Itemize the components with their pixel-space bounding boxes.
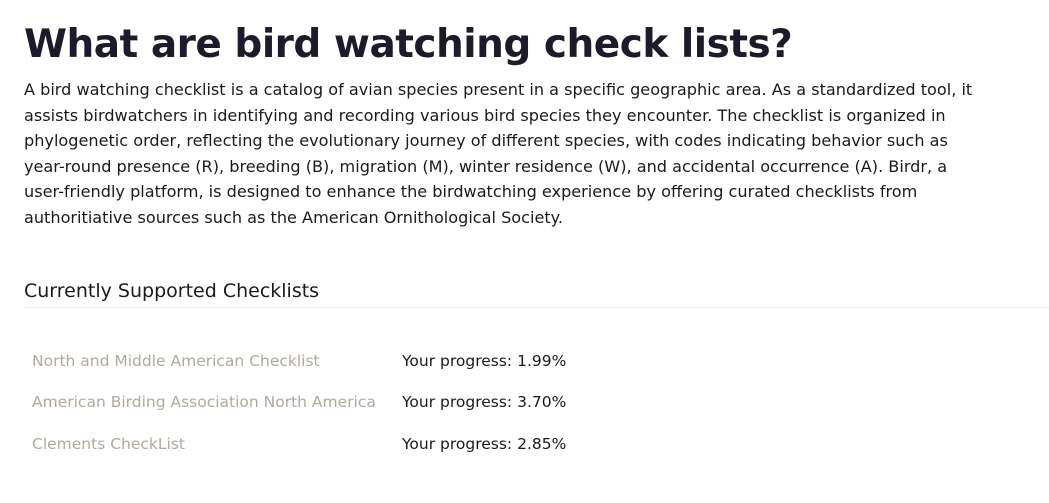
checklist-progress: Your progress: 3.70% [402,393,567,412]
checklist-row: North and Middle American Checklist Your… [32,340,566,382]
checklist-link-aba-north-america[interactable]: American Birding Association North Ameri… [32,393,402,411]
checklist-link-clements[interactable]: Clements CheckList [32,435,402,453]
checklist-progress: Your progress: 1.99% [402,351,567,370]
checklist-table: North and Middle American Checklist Your… [32,340,566,465]
page-title: What are bird watching check lists? [24,22,793,67]
checklist-progress: Your progress: 2.85% [402,434,567,453]
section-divider [24,307,1049,308]
section-title: Currently Supported Checklists [24,280,320,302]
checklist-row: Clements CheckList Your progress: 2.85% [32,423,566,465]
intro-paragraph: A bird watching checklist is a catalog o… [24,80,973,227]
checklist-link-north-middle-american[interactable]: North and Middle American Checklist [32,352,402,370]
checklist-row: American Birding Association North Ameri… [32,382,566,424]
